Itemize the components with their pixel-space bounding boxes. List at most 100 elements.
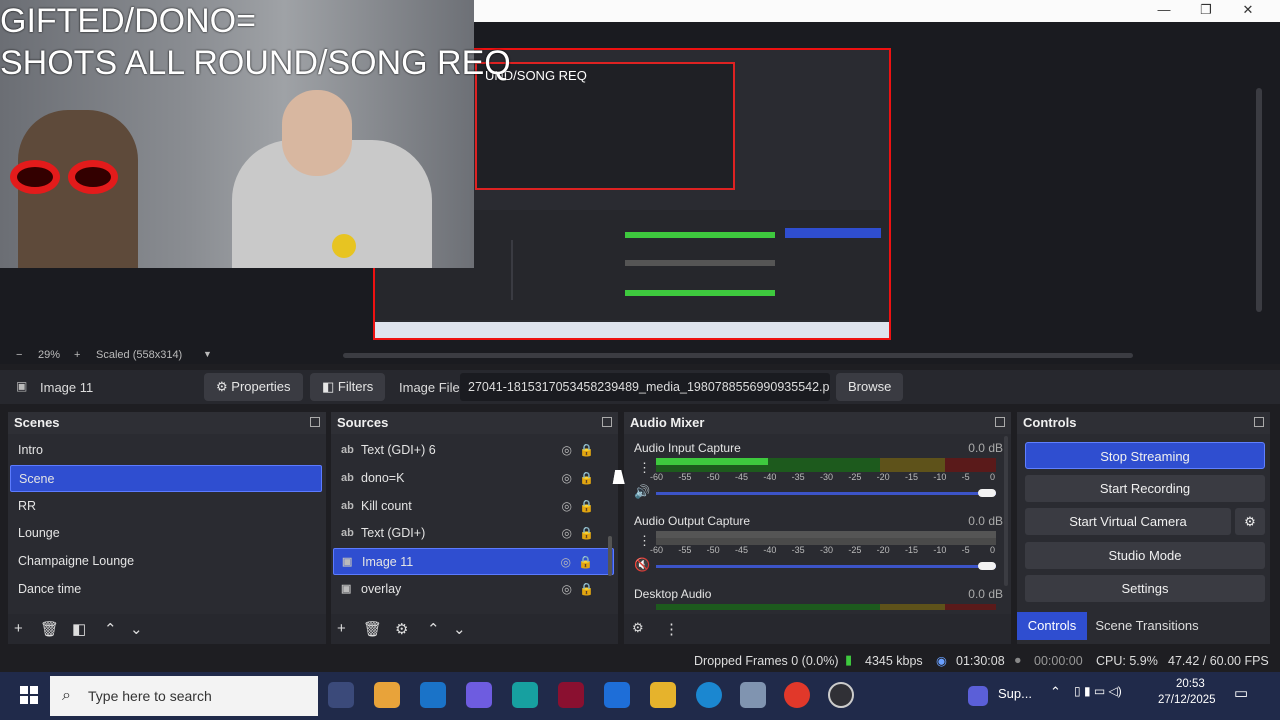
add-source-icon[interactable]: + [337,620,346,637]
scale-tick: -55 [678,472,692,482]
tab-controls[interactable]: Controls [1017,612,1087,640]
task-view-icon[interactable] [328,682,354,708]
taskbar-app-label[interactable]: Sup... [998,686,1032,701]
outlook-icon[interactable] [420,682,446,708]
studio-mode-button[interactable]: Studio Mode [1025,542,1265,569]
slider-knob[interactable] [978,562,996,570]
obs-icon[interactable] [828,682,854,708]
scene-filters-icon[interactable]: ◧ [72,620,86,638]
image-file-label: Image File [399,380,460,395]
tray-chevron-icon[interactable]: ⌃ [1050,684,1061,700]
remove-scene-icon[interactable]: 🗑 [40,620,59,638]
scene-item[interactable]: Intro [10,437,322,464]
move-up-icon[interactable]: ⌃ [427,620,440,638]
properties-button[interactable]: ⚙ Properties [204,373,303,401]
undock-icon[interactable] [602,417,612,427]
add-scene-icon[interactable]: + [14,620,23,637]
move-down-icon[interactable]: ⌄ [130,620,143,638]
source-label: Kill count [361,499,412,513]
copilot-icon[interactable] [374,682,400,708]
volume-slider[interactable] [656,489,996,497]
zoom-scaled-label: Scaled (558x314) [96,349,183,361]
minimize-button[interactable]: — [1142,0,1186,22]
zoom-out-button[interactable]: − [16,349,22,361]
preview-vertical-scrollbar[interactable] [1256,88,1262,312]
slider-knob[interactable] [978,489,996,497]
taskbar-search[interactable]: ⌕ Type here to search [50,676,318,716]
scene-item[interactable]: Lounge [10,520,322,547]
file-explorer-icon[interactable] [650,682,676,708]
move-up-icon[interactable]: ⌃ [104,620,117,638]
lock-icon[interactable]: 🔒 [579,493,594,520]
virtual-camera-settings-icon[interactable]: ⚙ [1235,508,1265,535]
store-icon[interactable] [604,682,630,708]
mixer-scrollbar[interactable] [1004,436,1008,586]
notification-icon[interactable]: ▭ [1234,684,1248,702]
lock-icon[interactable]: 🔒 [579,576,594,603]
preview-horizontal-scrollbar[interactable] [343,353,1133,358]
sources-scrollbar[interactable] [608,536,612,576]
clock-time[interactable]: 20:53 [1176,678,1205,690]
visibility-icon[interactable]: ◎ [562,576,572,603]
zoom-dropdown-icon[interactable]: ▼ [203,349,212,359]
photos-icon[interactable] [740,682,766,708]
teams-icon[interactable] [466,682,492,708]
scale-tick: -20 [876,472,890,482]
chrome-icon[interactable] [784,682,810,708]
browse-button[interactable]: Browse [836,373,904,401]
tab-scene-transitions[interactable]: Scene Transitions [1089,612,1205,640]
zoom-in-button[interactable]: + [74,349,80,361]
stop-streaming-button[interactable]: Stop Streaming [1025,442,1265,469]
speaker-icon[interactable]: 🔊 [634,484,650,500]
tray-icons[interactable]: ▯ ▮ ▭ ◁) [1074,684,1122,698]
undock-icon[interactable] [995,417,1005,427]
start-recording-button[interactable]: Start Recording [1025,475,1265,502]
settings-button[interactable]: Settings [1025,575,1265,602]
scene-item-selected[interactable]: Scene [10,465,322,492]
lock-icon[interactable]: 🔒 [579,465,594,492]
sources-dock: Sources ab Text (GDI+) 6 ◎ 🔒 ab dono=K ◎ 🔒… [331,412,618,644]
scene-item[interactable]: Champaigne Lounge [10,548,322,575]
source-label: Text (GDI+) 6 [361,443,436,457]
record-icon: ● [1014,653,1022,667]
source-properties-icon[interactable]: ⚙ [395,620,408,638]
scene-item[interactable]: RR [10,493,322,520]
scale-tick: -40 [763,545,777,555]
start-virtual-camera-button[interactable]: Start Virtual Camera [1025,508,1231,535]
game-icon[interactable] [558,682,584,708]
windows-start-icon[interactable] [20,686,38,704]
scenes-title: Scenes [8,412,326,434]
lock-icon[interactable]: 🔒 [578,549,593,576]
source-item[interactable]: ▣ overlay ◎ 🔒 [333,576,614,603]
lock-icon[interactable]: 🔒 [579,520,594,547]
filters-button[interactable]: ◧ Filters [310,373,386,401]
lock-icon[interactable]: 🔒 [579,437,594,464]
source-item[interactable]: ab dono=K ◎ 🔒 [333,465,614,492]
advanced-audio-icon[interactable]: ⚙ [632,620,644,636]
visibility-icon[interactable]: ◎ [561,549,571,576]
undock-icon[interactable] [310,417,320,427]
volume-slider[interactable] [656,562,996,570]
muted-speaker-icon[interactable]: 🔇 [634,557,650,573]
clock-date[interactable]: 27/12/2025 [1158,694,1216,706]
remove-source-icon[interactable]: 🗑 [363,620,382,638]
visibility-icon[interactable]: ◎ [562,493,572,520]
visibility-icon[interactable]: ◎ [562,520,572,547]
app-icon[interactable] [512,682,538,708]
visibility-icon[interactable]: ◎ [562,437,572,464]
scene-item[interactable]: Dance time [10,576,322,603]
undock-icon[interactable] [1254,417,1264,427]
move-down-icon[interactable]: ⌄ [453,620,466,638]
edge-icon[interactable] [696,682,722,708]
visibility-icon[interactable]: ◎ [562,465,572,492]
source-item-selected[interactable]: ▣ Image 11 ◎ 🔒 [333,548,614,575]
scale-tick: 0 [990,472,996,482]
image-file-field[interactable]: 27041-1815317053458239489_media_19807885… [460,373,830,401]
source-item[interactable]: ab Text (GDI+) ◎ 🔒 [333,520,614,547]
mixer-menu-icon[interactable]: ⋮ [664,620,679,638]
source-item[interactable]: ab Text (GDI+) 6 ◎ 🔒 [333,437,614,464]
app-tray-icon[interactable] [968,686,988,706]
close-button[interactable]: ✕ [1226,0,1270,22]
maximize-button[interactable]: ❐ [1184,0,1228,22]
source-item[interactable]: ab Kill count ◎ 🔒 [333,493,614,520]
